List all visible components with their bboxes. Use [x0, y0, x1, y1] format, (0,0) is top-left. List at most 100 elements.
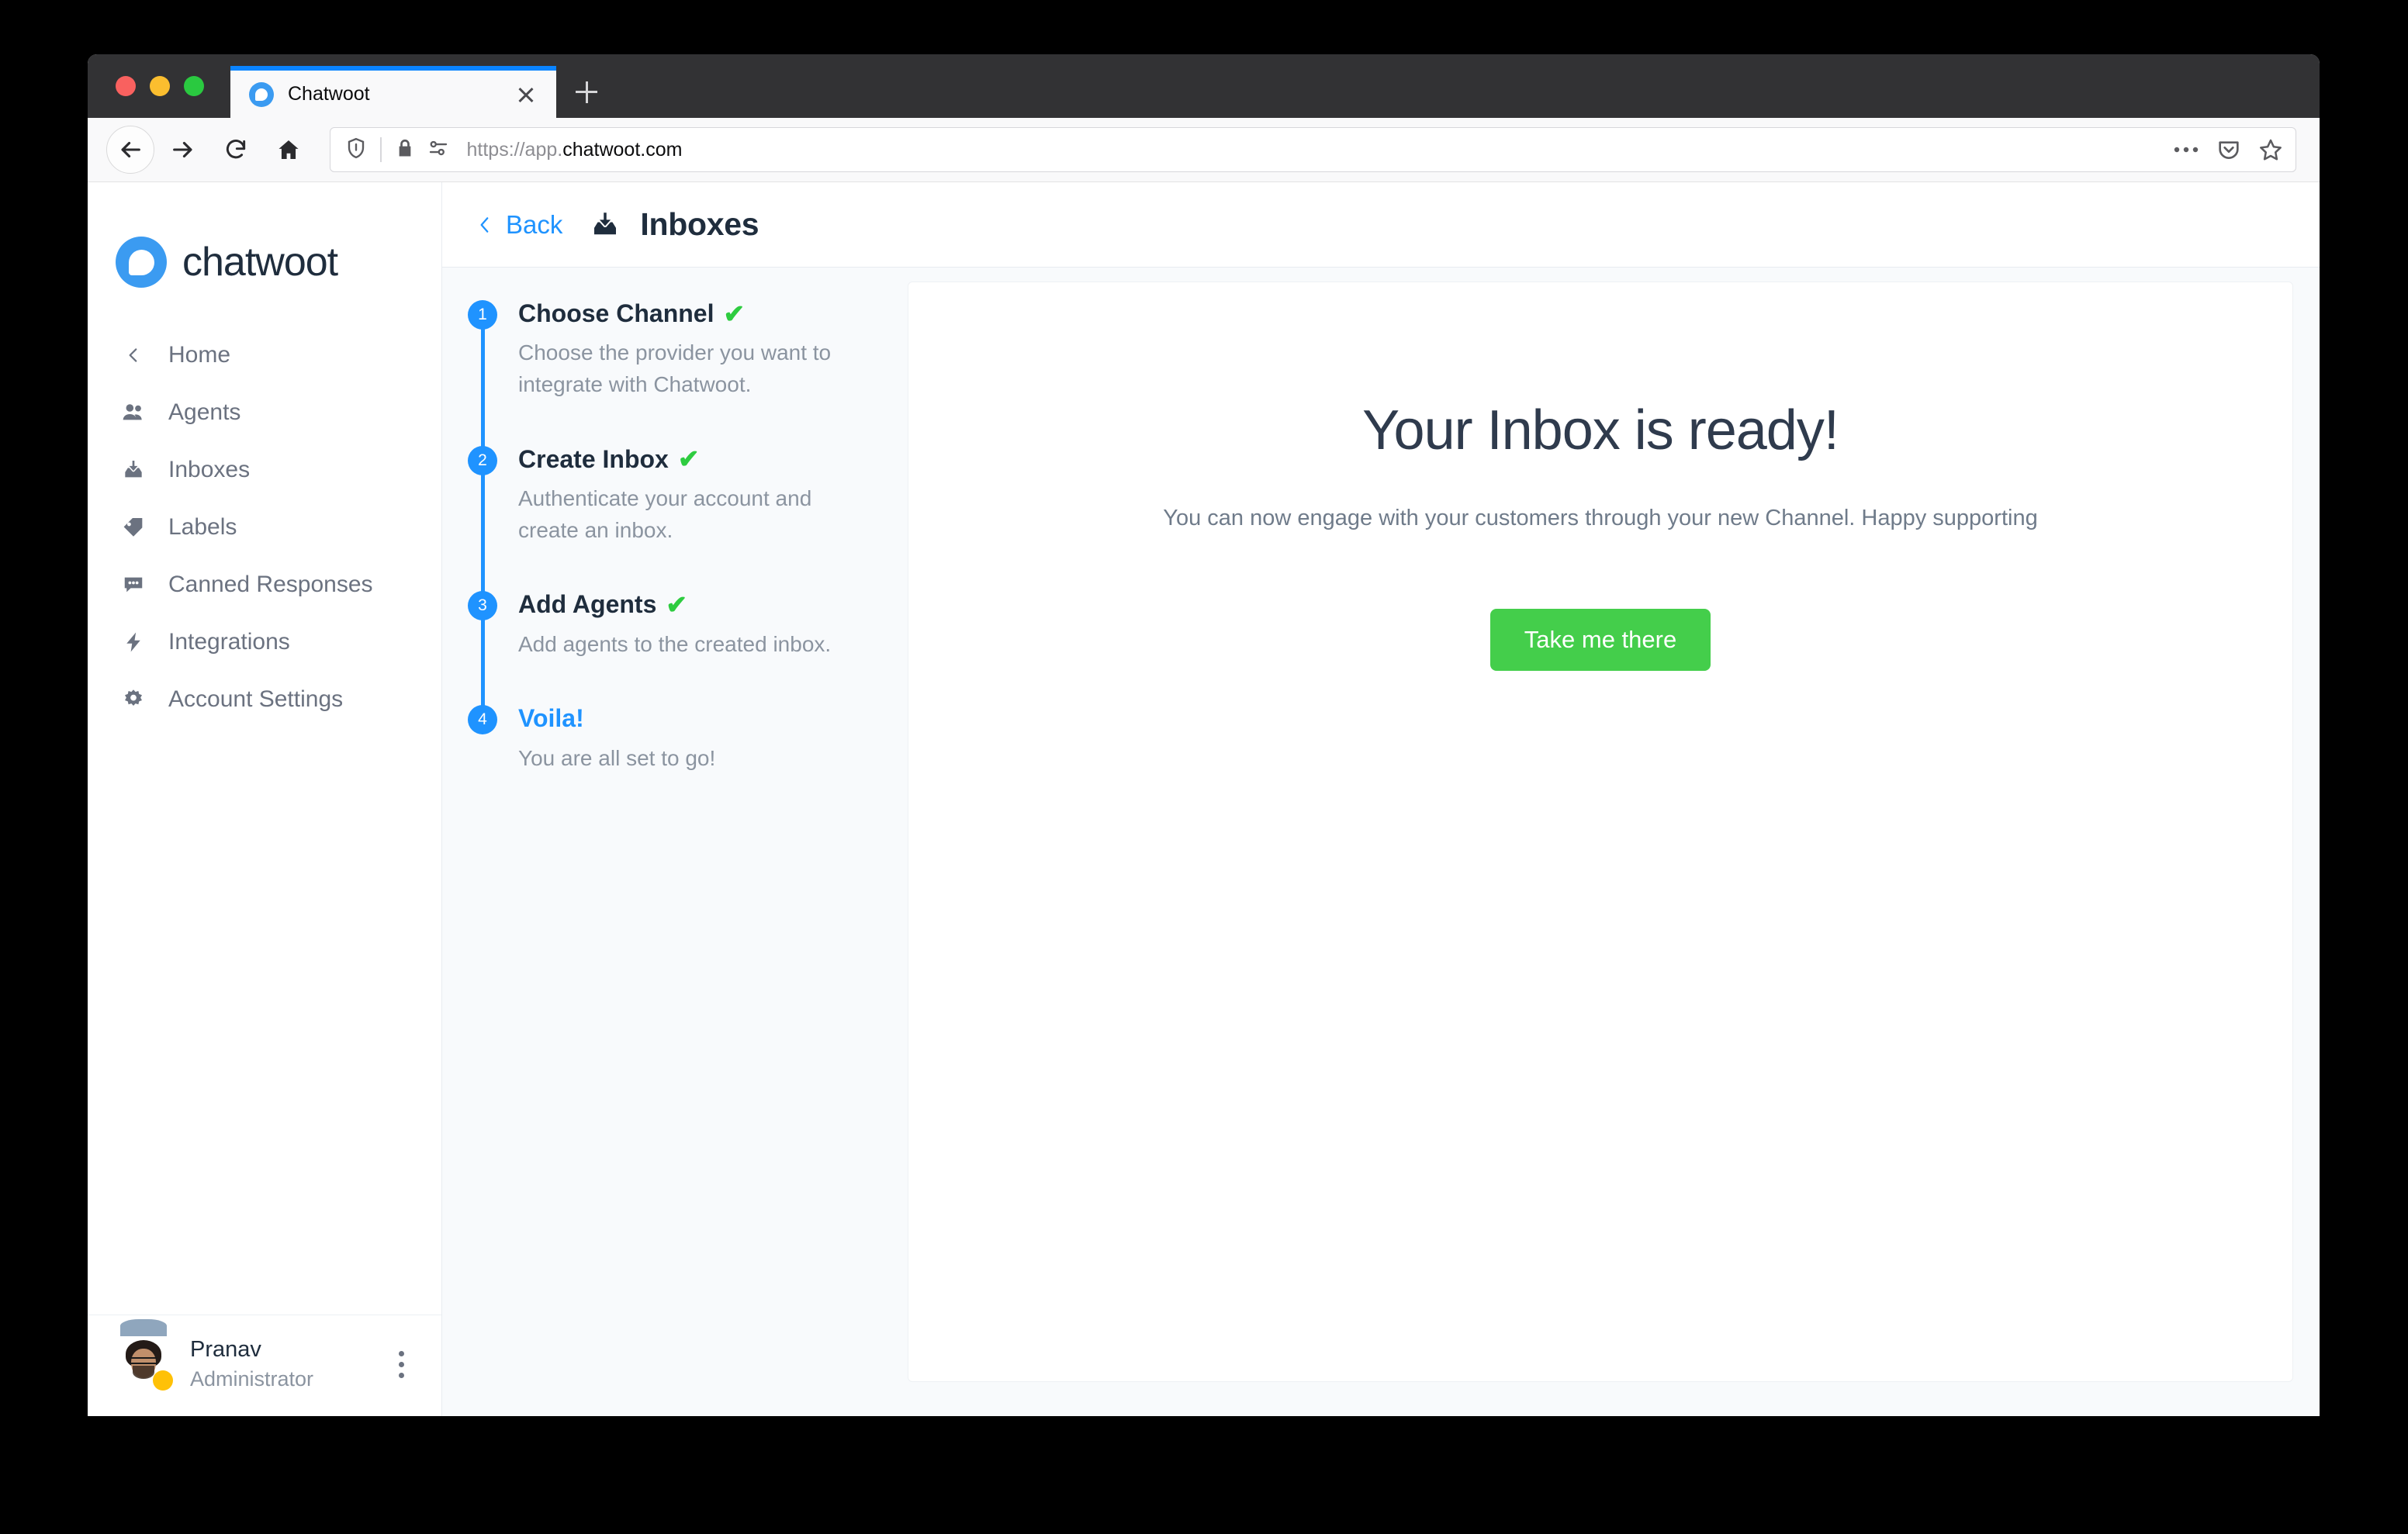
page-header: Back Inboxes — [442, 182, 2320, 268]
sidebar-item-canned-responses[interactable]: Canned Responses — [88, 556, 441, 613]
maximize-window-button[interactable] — [184, 76, 204, 96]
sidebar: chatwoot Home Agents Inboxes Labels Cann… — [88, 182, 442, 1416]
step-title: Choose Channel ✔ — [518, 299, 884, 328]
page-title: Inboxes — [640, 206, 759, 242]
wizard-step-1: 1 Choose Channel ✔ Choose the provider y… — [465, 299, 884, 447]
lock-icon[interactable] — [394, 137, 416, 163]
step-title-text: Voila! — [518, 704, 584, 733]
step-connector — [480, 616, 485, 707]
address-bar[interactable]: https://app.chatwoot.com — [330, 127, 2296, 172]
profile-footer[interactable]: Pranav Administrator — [88, 1315, 441, 1416]
browser-toolbar: https://app.chatwoot.com — [88, 118, 2320, 182]
close-icon[interactable] — [513, 81, 539, 108]
wizard-step-2: 2 Create Inbox ✔ Authenticate your accou… — [465, 444, 884, 593]
step-number-badge: 3 — [468, 591, 497, 621]
work-area: 1 Choose Channel ✔ Choose the provider y… — [442, 268, 2320, 1416]
chevron-left-icon — [475, 213, 495, 237]
wizard-steps: 1 Choose Channel ✔ Choose the provider y… — [442, 282, 908, 1382]
plus-icon[interactable] — [556, 66, 617, 118]
kebab-menu-icon[interactable] — [387, 1347, 415, 1381]
minimize-window-button[interactable] — [150, 76, 170, 96]
avatar — [116, 1319, 173, 1392]
profile-role: Administrator — [190, 1367, 314, 1391]
chat-bubble-icon — [119, 570, 148, 599]
window-controls — [88, 54, 230, 118]
back-button[interactable]: Back — [475, 210, 562, 240]
check-icon: ✔ — [723, 299, 746, 328]
profile-name: Pranav — [190, 1337, 261, 1362]
browser-window: Chatwoot https://app.chatwoot.com chatwo… — [88, 54, 2320, 1416]
result-card: Your Inbox is ready! You can now engage … — [908, 282, 2293, 1382]
check-icon: ✔ — [677, 444, 700, 474]
sidebar-item-integrations[interactable]: Integrations — [88, 613, 441, 671]
pocket-icon[interactable] — [2216, 137, 2241, 162]
result-title: Your Inbox is ready! — [1362, 399, 1839, 461]
step-description: Add agents to the created inbox. — [518, 631, 832, 656]
sidebar-item-label: Labels — [168, 514, 237, 540]
sidebar-item-label: Agents — [168, 399, 241, 425]
url-scheme: https://app. — [466, 138, 563, 161]
brand: chatwoot — [88, 182, 441, 299]
sidebar-item-account-settings[interactable]: Account Settings — [88, 671, 441, 728]
people-icon — [119, 398, 148, 427]
home-icon[interactable] — [265, 126, 313, 174]
reload-icon[interactable] — [212, 126, 260, 174]
step-rail: 3 — [465, 589, 500, 707]
chatwoot-logo-icon — [116, 237, 167, 288]
step-description: You are all set to go! — [518, 745, 716, 770]
app-root: chatwoot Home Agents Inboxes Labels Cann… — [88, 182, 2320, 1416]
step-description: Choose the provider you want to integrat… — [518, 340, 832, 396]
inbox-icon — [119, 455, 148, 485]
step-description: Authenticate your account and create an … — [518, 485, 812, 542]
lightning-icon — [119, 627, 148, 657]
step-rail: 1 — [465, 299, 500, 447]
step-title-text: Choose Channel — [518, 299, 714, 327]
gear-icon — [119, 685, 148, 714]
sidebar-item-label: Integrations — [168, 629, 290, 655]
arrow-right-icon[interactable] — [159, 126, 207, 174]
sidebar-item-label: Canned Responses — [168, 572, 373, 597]
step-connector — [480, 325, 485, 447]
check-icon: ✔ — [666, 589, 688, 619]
permissions-icon[interactable] — [427, 136, 450, 164]
sidebar-item-labels[interactable]: Labels — [88, 499, 441, 556]
browser-tabstrip: Chatwoot — [88, 54, 2320, 118]
wizard-step-4: 4 Voila! You are all set to go! — [465, 703, 884, 774]
sidebar-item-label: Inboxes — [168, 457, 251, 482]
step-title: Voila! — [518, 703, 884, 733]
close-window-button[interactable] — [116, 76, 136, 96]
tab-title: Chatwoot — [288, 83, 370, 105]
step-number-badge: 1 — [468, 300, 497, 330]
step-title-text: Add Agents — [518, 590, 657, 619]
take-me-there-button[interactable]: Take me there — [1489, 609, 1711, 671]
step-title: Create Inbox ✔ — [518, 444, 884, 474]
step-rail: 2 — [465, 444, 500, 593]
brand-name: chatwoot — [182, 240, 338, 285]
divider — [380, 137, 382, 162]
main-content: Back Inboxes 1 Choose Channel ✔ Choose t… — [442, 182, 2320, 1416]
ellipsis-icon[interactable] — [2173, 145, 2199, 154]
status-badge — [153, 1370, 173, 1391]
chevron-left-icon — [119, 340, 148, 370]
url-domain: chatwoot.com — [562, 138, 683, 161]
result-subtitle: You can now engage with your customers t… — [1163, 506, 2038, 530]
sidebar-item-home[interactable]: Home — [88, 326, 441, 384]
chatwoot-logo-icon — [249, 81, 274, 107]
shield-icon[interactable] — [344, 136, 368, 164]
sidebar-item-agents[interactable]: Agents — [88, 384, 441, 441]
step-title-text: Create Inbox — [518, 444, 669, 473]
browser-tab-chatwoot[interactable]: Chatwoot — [230, 66, 556, 118]
inbox-icon — [589, 209, 621, 241]
sidebar-item-label: Account Settings — [168, 686, 344, 712]
back-label: Back — [506, 209, 563, 239]
url-text[interactable]: https://app.chatwoot.com — [467, 139, 2163, 161]
step-number-badge: 4 — [468, 705, 497, 735]
step-connector — [480, 470, 485, 593]
step-title: Add Agents ✔ — [518, 589, 884, 619]
sidebar-item-label: Home — [168, 342, 231, 368]
arrow-left-icon[interactable] — [106, 126, 154, 174]
sidebar-item-inboxes[interactable]: Inboxes — [88, 441, 441, 499]
star-icon[interactable] — [2258, 137, 2283, 162]
wizard-step-3: 3 Add Agents ✔ Add agents to the created… — [465, 589, 884, 707]
